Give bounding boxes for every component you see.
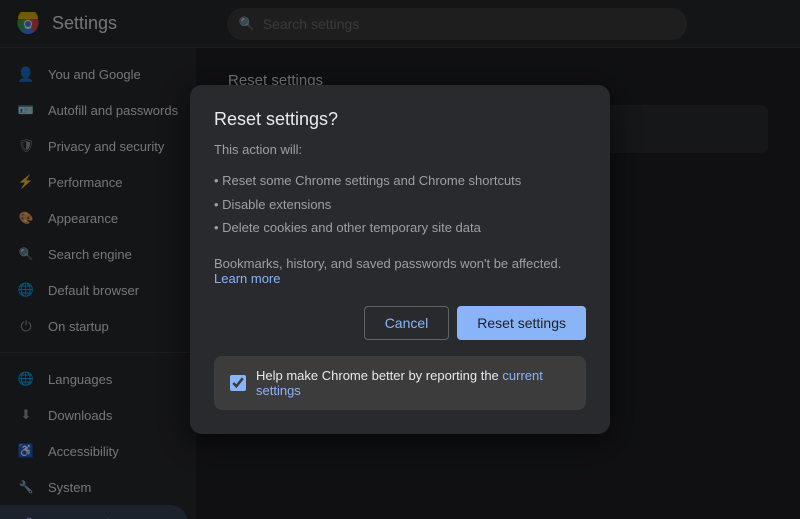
learn-more-link[interactable]: Learn more — [214, 271, 280, 286]
reset-dialog: Reset settings? This action will: • Rese… — [196, 85, 610, 433]
cancel-button[interactable]: Cancel — [364, 306, 450, 340]
dialog-bullet-list: • Reset some Chrome settings and Chrome … — [214, 169, 586, 239]
dialog-note: Bookmarks, history, and saved passwords … — [214, 256, 586, 286]
report-settings-checkbox[interactable] — [230, 375, 246, 391]
main-layout: You and Google Autofill and passwords Pr… — [0, 48, 800, 519]
reset-settings-button[interactable]: Reset settings — [457, 306, 586, 340]
dialog-checkbox-row: Help make Chrome better by reporting the… — [214, 356, 586, 410]
dialog-buttons: Cancel Reset settings — [214, 306, 586, 340]
dialog-bullet-1: • Reset some Chrome settings and Chrome … — [214, 169, 586, 192]
dialog-subtitle: This action will: — [214, 142, 586, 157]
checkbox-label: Help make Chrome better by reporting the… — [256, 368, 570, 398]
dialog-note-text: Bookmarks, history, and saved passwords … — [214, 256, 561, 271]
dialog-overlay: Reset settings? This action will: • Rese… — [196, 48, 800, 519]
dialog-bullet-2: • Disable extensions — [214, 193, 586, 216]
dialog-title: Reset settings? — [214, 109, 586, 130]
content-area: Reset settings Restore settings to their… — [196, 48, 800, 519]
dialog-bullet-3: • Delete cookies and other temporary sit… — [214, 216, 586, 239]
